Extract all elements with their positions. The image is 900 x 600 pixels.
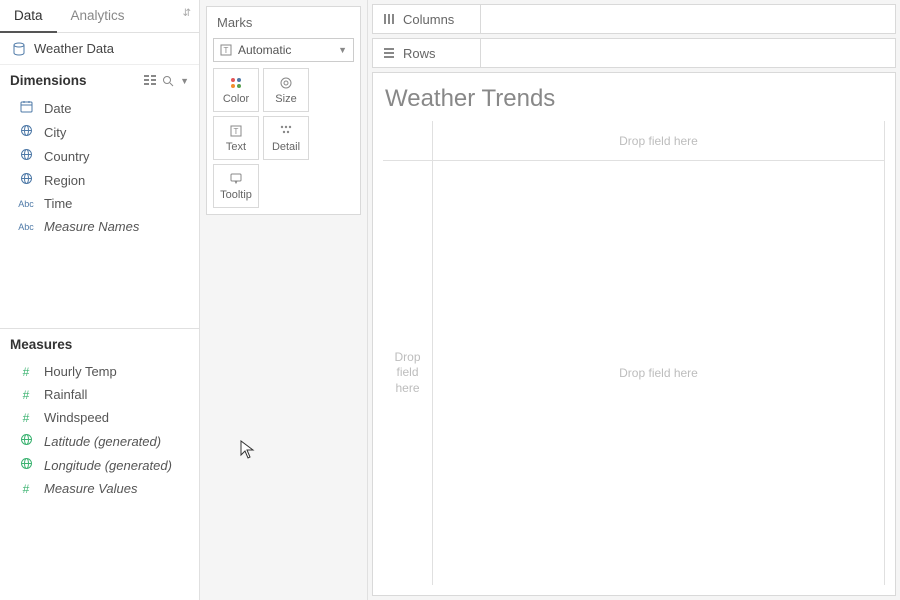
field-row[interactable]: # Measure Values: [0, 477, 199, 500]
chevron-down-icon[interactable]: ▼: [180, 75, 189, 87]
chevron-down-icon: ▼: [338, 45, 347, 55]
tooltip-icon: [229, 172, 243, 186]
dimensions-list: Date City Country Region Abc Time Abc Measure N…: [0, 96, 199, 238]
field-row[interactable]: Region: [0, 168, 199, 192]
field-row[interactable]: Abc Measure Names: [0, 215, 199, 238]
field-row[interactable]: Abc Time: [0, 192, 199, 215]
globe-icon: [18, 124, 34, 140]
measures-header: Measures: [0, 329, 199, 360]
automatic-type-icon: T: [220, 44, 232, 56]
globe-icon: [18, 172, 34, 188]
mark-text-label: Text: [226, 141, 246, 153]
mark-size-button[interactable]: Size: [263, 68, 309, 112]
grid-corner: [383, 121, 433, 161]
field-label: Hourly Temp: [44, 364, 117, 379]
tabs-caret-icon[interactable]: ⇵: [183, 0, 199, 32]
drop-columns-hint[interactable]: Drop field here: [433, 121, 884, 161]
marks-pane: Marks T Automatic ▼ Color: [200, 0, 368, 600]
view-grid[interactable]: Drop field here Dropfieldhere Drop field…: [383, 121, 885, 585]
field-label: Country: [44, 149, 90, 164]
field-label: Windspeed: [44, 410, 109, 425]
globe-icon: [18, 457, 34, 473]
measures-list: # Hourly Temp # Rainfall # Windspeed Latitude …: [0, 360, 199, 500]
dimensions-label: Dimensions: [10, 73, 87, 88]
marks-card: Marks T Automatic ▼ Color: [206, 6, 361, 215]
mark-tooltip-label: Tooltip: [220, 189, 252, 201]
abc-icon: Abc: [18, 198, 34, 210]
rows-label: Rows: [403, 46, 436, 61]
hash-icon: #: [18, 388, 34, 402]
field-row[interactable]: # Hourly Temp: [0, 360, 199, 383]
svg-text:T: T: [234, 127, 239, 136]
detail-icon: [279, 124, 293, 138]
mark-detail-button[interactable]: Detail: [263, 116, 309, 160]
hash-icon: #: [18, 411, 34, 425]
field-label: Date: [44, 101, 71, 116]
mark-detail-label: Detail: [272, 141, 300, 153]
tab-analytics[interactable]: Analytics: [57, 0, 139, 32]
data-pane: Data Analytics ⇵ Weather Data Dimensions…: [0, 0, 200, 600]
field-label: City: [44, 125, 66, 140]
datasource-row[interactable]: Weather Data: [0, 33, 199, 65]
field-label: Time: [44, 196, 72, 211]
marks-title: Marks: [213, 13, 354, 38]
view-grid-icon[interactable]: [144, 75, 156, 87]
drop-main-hint[interactable]: Drop field here: [433, 161, 884, 585]
search-icon[interactable]: [162, 75, 174, 87]
rows-icon: [383, 47, 395, 59]
view-title[interactable]: Weather Trends: [383, 83, 885, 121]
datasource-icon: [12, 42, 26, 56]
mark-tooltip-button[interactable]: Tooltip: [213, 164, 259, 208]
mark-color-button[interactable]: Color: [213, 68, 259, 112]
color-icon: [229, 76, 243, 90]
field-label: Longitude (generated): [44, 458, 172, 473]
mark-size-label: Size: [275, 93, 296, 105]
field-row[interactable]: Latitude (generated): [0, 429, 199, 453]
svg-text:T: T: [224, 46, 229, 55]
columns-label: Columns: [403, 12, 454, 27]
mark-type-dropdown[interactable]: T Automatic ▼: [213, 38, 354, 62]
field-label: Rainfall: [44, 387, 87, 402]
drop-rows-hint[interactable]: Dropfieldhere: [383, 161, 433, 585]
field-row[interactable]: # Rainfall: [0, 383, 199, 406]
columns-drop-zone[interactable]: [481, 5, 895, 33]
globe-icon: [18, 433, 34, 449]
field-label: Measure Names: [44, 219, 139, 234]
datasource-name: Weather Data: [34, 41, 114, 56]
field-label: Region: [44, 173, 85, 188]
measures-label: Measures: [10, 337, 72, 352]
dimensions-header: Dimensions ▼: [0, 65, 199, 96]
hash-icon: #: [18, 482, 34, 496]
field-row[interactable]: # Windspeed: [0, 406, 199, 429]
abc-icon: Abc: [18, 221, 34, 233]
calendar-icon: [18, 100, 34, 116]
field-row[interactable]: City: [0, 120, 199, 144]
field-label: Measure Values: [44, 481, 137, 496]
field-row[interactable]: Date: [0, 96, 199, 120]
data-tabs: Data Analytics ⇵: [0, 0, 199, 33]
rows-drop-zone[interactable]: [481, 39, 895, 67]
globe-icon: [18, 148, 34, 164]
columns-shelf[interactable]: Columns: [372, 4, 896, 34]
text-icon: T: [229, 124, 243, 138]
hash-icon: #: [18, 365, 34, 379]
view-card: Weather Trends Drop field here Dropfield…: [372, 72, 896, 596]
mark-type-label: Automatic: [238, 43, 291, 57]
mark-color-label: Color: [223, 93, 249, 105]
field-label: Latitude (generated): [44, 434, 161, 449]
tab-data[interactable]: Data: [0, 0, 57, 33]
field-row[interactable]: Country: [0, 144, 199, 168]
size-icon: [279, 76, 293, 90]
canvas-pane: Columns Rows Weather Trends Drop field h…: [368, 0, 900, 600]
mark-text-button[interactable]: T Text: [213, 116, 259, 160]
field-row[interactable]: Longitude (generated): [0, 453, 199, 477]
rows-shelf[interactable]: Rows: [372, 38, 896, 68]
columns-icon: [383, 13, 395, 25]
